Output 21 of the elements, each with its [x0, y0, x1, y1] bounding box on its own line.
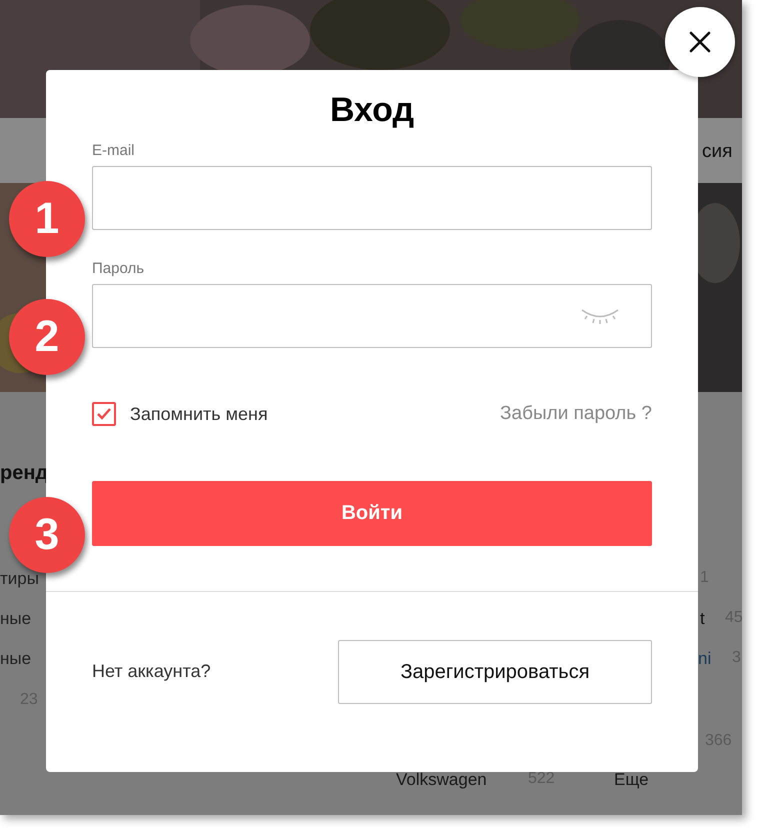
check-icon: [96, 407, 112, 422]
remember-checkbox[interactable]: [92, 402, 116, 426]
list-item: Volkswagen: [396, 769, 487, 791]
dialog-title: Вход: [328, 90, 416, 131]
list-item: t: [700, 608, 705, 630]
section-heading: ренд: [0, 461, 48, 486]
list-item: ные: [0, 648, 32, 670]
email-field[interactable]: [92, 166, 652, 230]
category-tab[interactable]: сия: [702, 138, 732, 166]
list-item: ные: [0, 608, 32, 630]
closed-eye-icon[interactable]: [579, 307, 621, 325]
forgot-password-link[interactable]: Забыли пароль ?: [500, 400, 652, 428]
close-icon: [689, 31, 711, 53]
register-button[interactable]: Зарегистрироваться: [338, 640, 652, 704]
checkbox-label: Запомнить меня: [130, 402, 268, 426]
field-label: Пароль: [92, 260, 146, 278]
field-label: E-mail: [92, 142, 136, 160]
list-item: ni: [698, 648, 712, 670]
login-button[interactable]: Войти: [92, 480, 652, 546]
no-account-text: Нет аккаунта?: [92, 660, 211, 683]
password-field[interactable]: [92, 284, 652, 348]
